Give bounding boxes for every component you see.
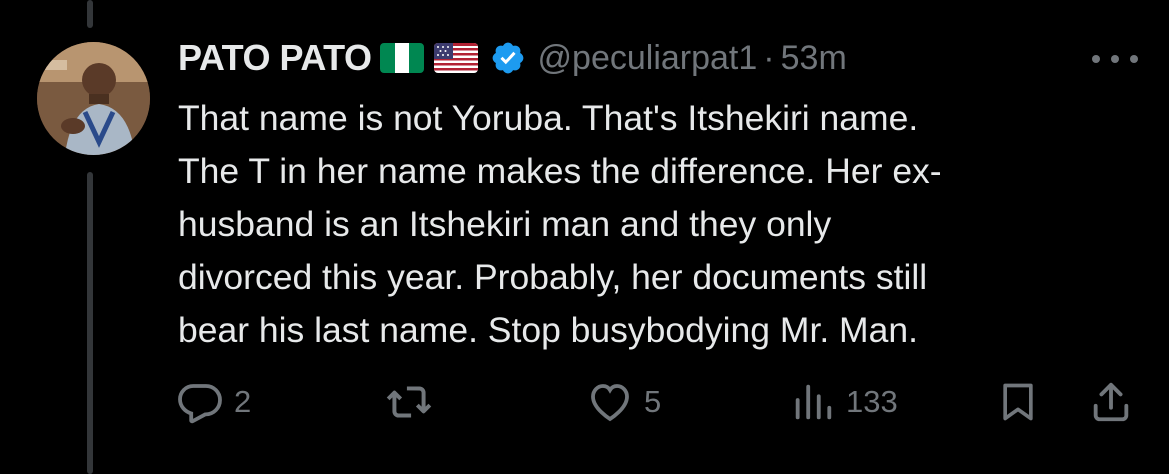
more-dot: [1130, 55, 1138, 63]
reply-count: 2: [234, 384, 252, 419]
tweet-actions: 2 5 133: [0, 372, 1169, 432]
views-count: 133: [846, 384, 898, 419]
tweet-timestamp[interactable]: 53m: [781, 39, 847, 78]
more-dot: [1111, 55, 1119, 63]
nigeria-flag-icon: [379, 43, 424, 73]
reply-button[interactable]: 2: [176, 372, 251, 432]
verified-badge-icon[interactable]: [490, 40, 526, 76]
views-button[interactable]: 133: [790, 372, 898, 432]
author-display-name[interactable]: PATO PATO: [178, 37, 372, 79]
share-icon: [1093, 382, 1129, 422]
share-button[interactable]: [1088, 372, 1134, 432]
usa-flag-icon: [433, 43, 478, 73]
reply-icon: [178, 384, 222, 424]
more-dot: [1092, 55, 1100, 63]
more-options-icon[interactable]: [1092, 44, 1138, 74]
bookmark-button[interactable]: [996, 372, 1040, 432]
bookmark-icon: [1003, 383, 1033, 421]
tweet-text: That name is not Yoruba. That's Itshekir…: [178, 98, 942, 350]
avatar[interactable]: [37, 42, 150, 155]
views-chart-icon: [795, 384, 832, 420]
tweet-header: PATO PATO @peculiarpat1 · 53m: [178, 30, 847, 86]
like-button[interactable]: 5: [586, 372, 661, 432]
repost-button[interactable]: [384, 372, 444, 432]
like-count: 5: [644, 384, 662, 419]
author-handle[interactable]: @peculiarpat1: [538, 39, 758, 78]
heart-icon: [591, 384, 629, 422]
thread-line-top: [87, 0, 93, 28]
repost-icon: [386, 386, 432, 418]
separator-dot: ·: [763, 38, 775, 77]
